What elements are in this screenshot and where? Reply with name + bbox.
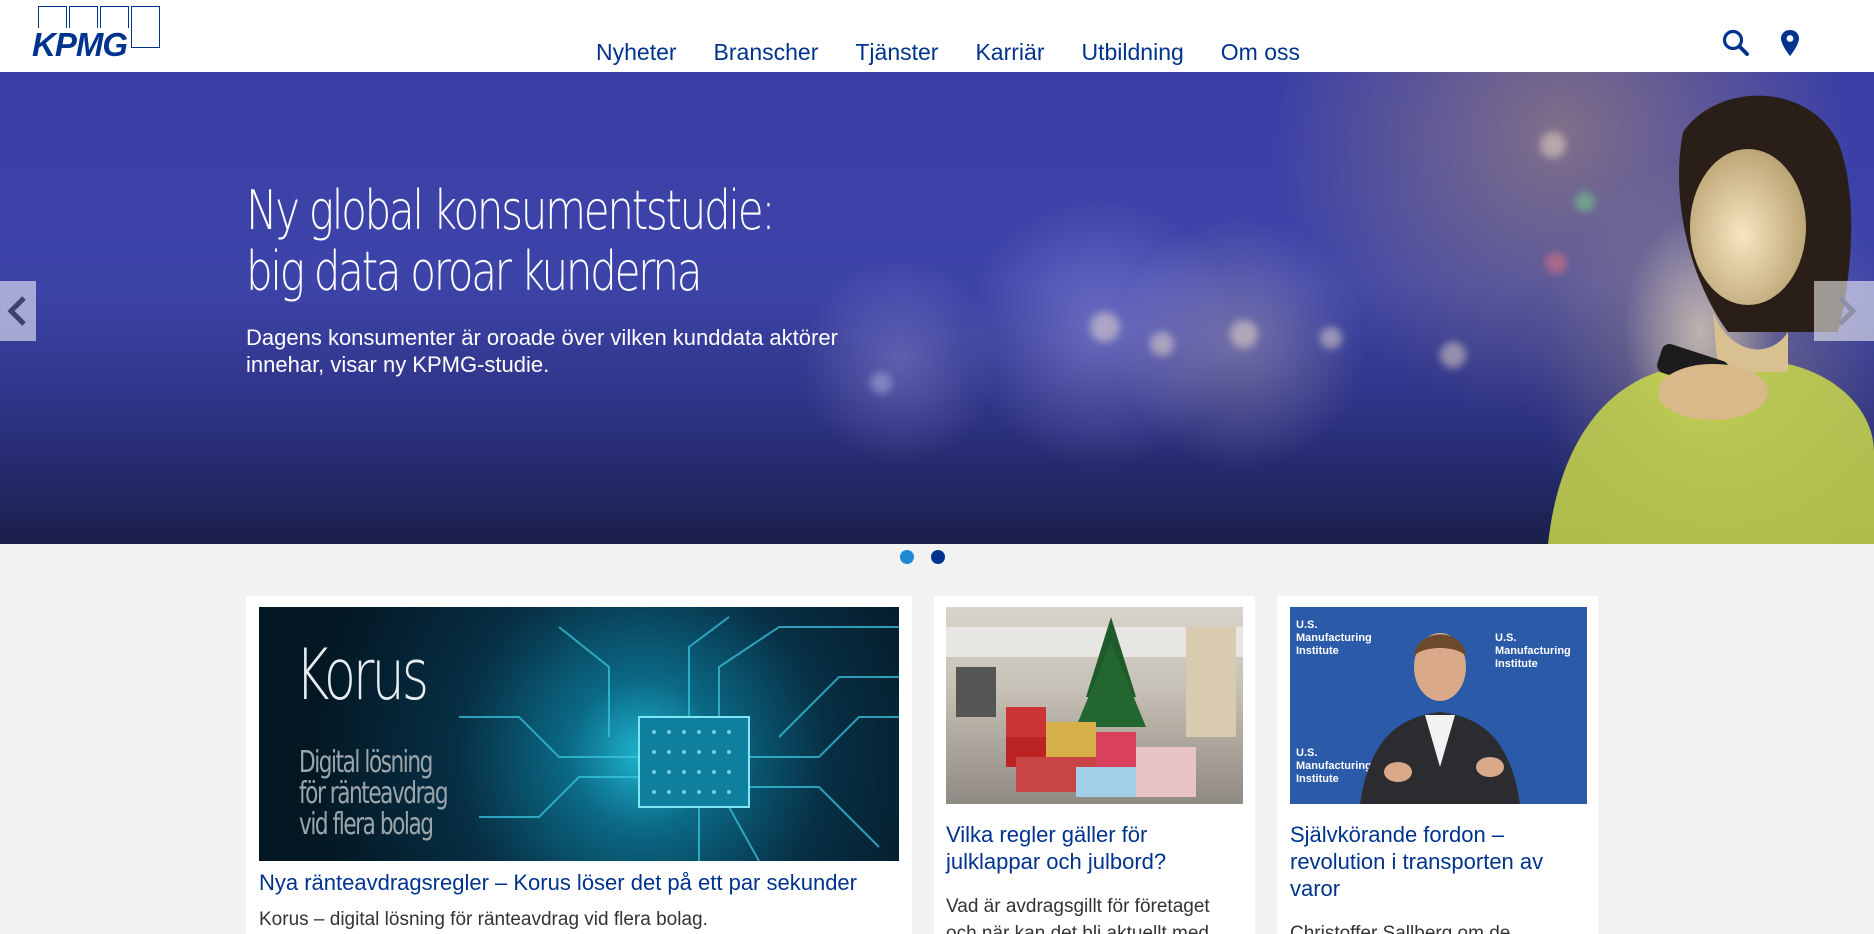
location-pin-icon[interactable] (1778, 28, 1808, 58)
bokeh-light (1320, 327, 1342, 349)
nav-item-nyheter[interactable]: Nyheter (596, 38, 677, 66)
bokeh-light (1440, 342, 1466, 368)
carousel-dot-1[interactable] (900, 550, 914, 564)
news-card-sjalvkorande[interactable]: U.S. Manufacturing Institute U.S. Manufa… (1277, 596, 1598, 934)
card-description: Christoffer Sallberg om de (1290, 923, 1511, 934)
hero-carousel: Ny global konsumentstudie: big data oroa… (0, 72, 1874, 544)
bokeh-light (1230, 320, 1258, 348)
korus-image-line-2: för ränteavdrag (299, 776, 449, 811)
card-title[interactable]: Nya ränteavdragsregler – Korus löser det… (259, 869, 899, 896)
hero-title[interactable]: Ny global konsumentstudie: big data oroa… (246, 180, 792, 302)
korus-image-line-3: vid flera bolag (299, 807, 434, 842)
nav-item-utbildning[interactable]: Utbildning (1081, 38, 1183, 66)
nav-item-om-oss[interactable]: Om oss (1221, 38, 1300, 66)
korus-image-title: Korus (295, 634, 429, 716)
speaker-illustration (1360, 633, 1520, 804)
kpmg-logo[interactable]: KPMG (28, 6, 162, 63)
carousel-dot-2[interactable] (931, 550, 945, 564)
card-image-speaker: U.S. Manufacturing Institute U.S. Manufa… (1290, 607, 1587, 804)
card-image-circuit: Korus Digital lösning för ränteavdrag vi… (259, 607, 899, 861)
gifts-illustration (946, 617, 1243, 797)
carousel-indicators (0, 544, 1874, 570)
card-description: Vad är avdragsgillt för företaget och nä… (946, 896, 1210, 934)
card-image-gifts (946, 607, 1243, 804)
bokeh-light (1090, 312, 1120, 342)
site-header: KPMG Nyheter Branscher Tjänster Karriär … (0, 0, 1874, 72)
bokeh-light (1150, 332, 1174, 356)
hero-subtitle: Dagens konsumenter är oroade över vilken… (246, 325, 838, 377)
card-description: Korus – digital lösning för ränteavdrag … (259, 909, 708, 930)
card-title[interactable]: Självkörande fordon – revolution i trans… (1290, 821, 1587, 902)
carousel-next-button[interactable] (1814, 281, 1874, 341)
carousel-prev-button[interactable] (0, 281, 36, 341)
search-icon[interactable] (1721, 28, 1751, 58)
logo-text: KPMG (30, 26, 129, 63)
card-title[interactable]: Vilka regler gäller för julklappar och j… (946, 821, 1243, 875)
news-card-korus[interactable]: Korus Digital lösning för ränteavdrag vi… (246, 596, 912, 934)
korus-image-line-1: Digital lösning (299, 745, 433, 780)
news-card-julklappar[interactable]: Vilka regler gäller för julklappar och j… (934, 596, 1255, 934)
nav-item-branscher[interactable]: Branscher (714, 38, 819, 66)
main-nav: Nyheter Branscher Tjänster Karriär Utbil… (596, 38, 1300, 66)
chevron-left-icon (7, 296, 26, 326)
nav-item-tjanster[interactable]: Tjänster (855, 38, 938, 66)
chevron-right-icon (1838, 296, 1857, 326)
nav-item-karriar[interactable]: Karriär (975, 38, 1044, 66)
